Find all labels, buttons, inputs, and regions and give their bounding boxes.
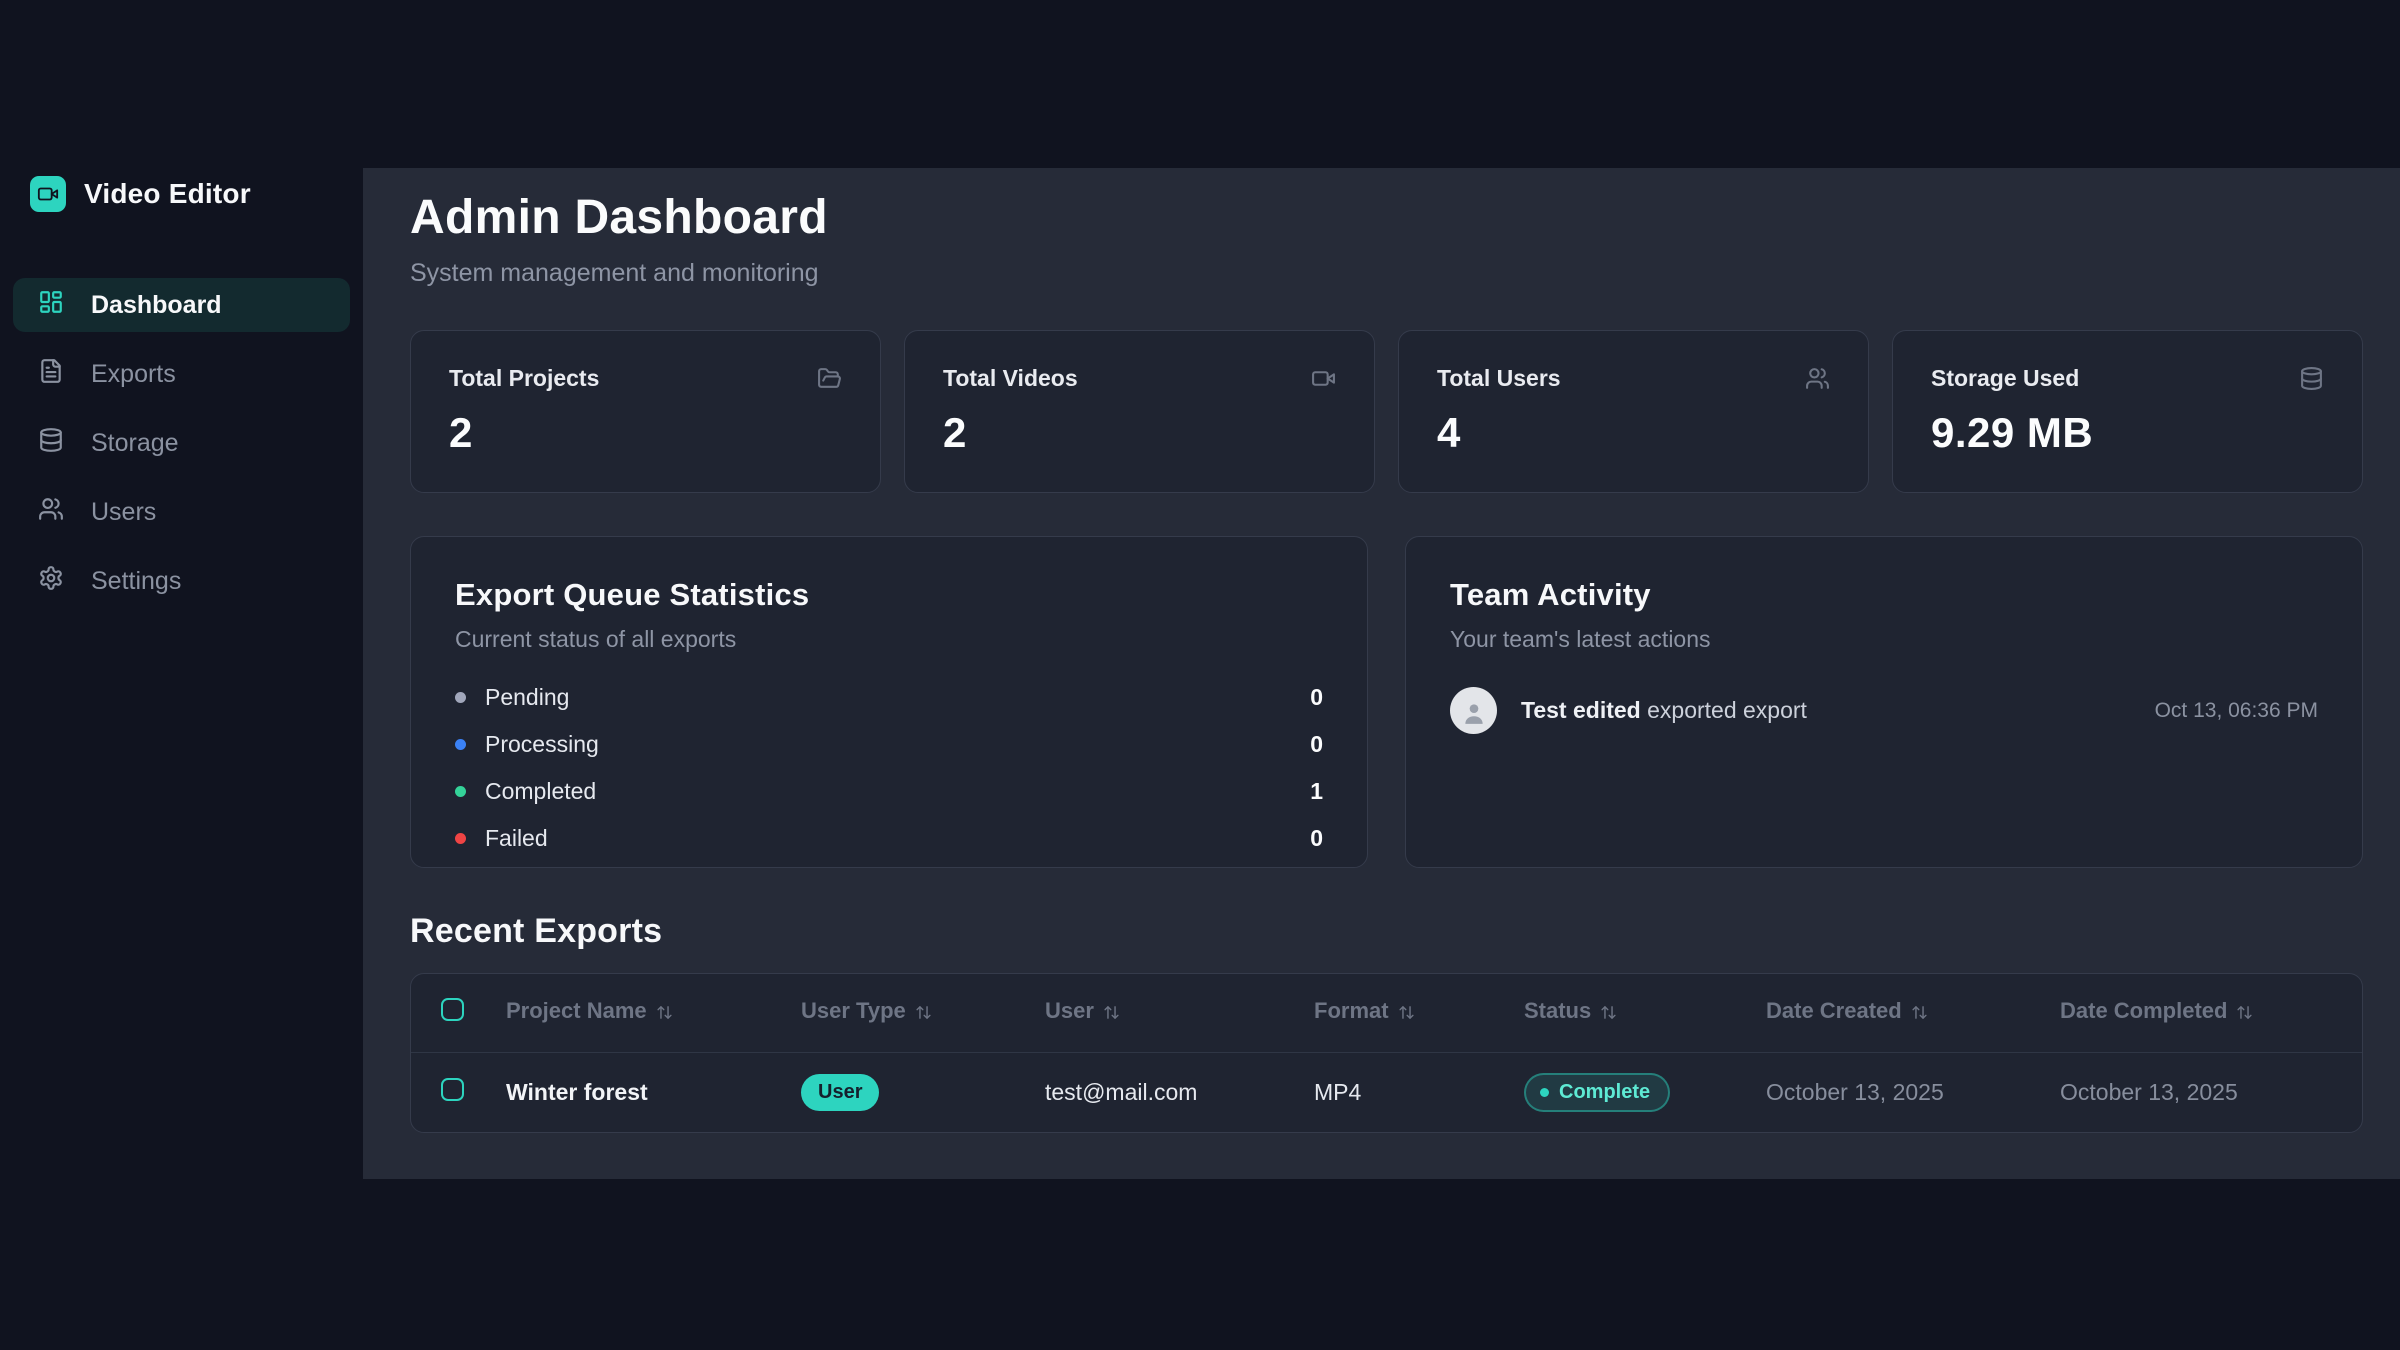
sort-arrows-icon — [2236, 1001, 2253, 1026]
video-camera-icon — [1311, 366, 1336, 391]
main-content: Admin Dashboard System management and mo… — [363, 168, 2400, 1179]
status-dot-pending — [455, 692, 466, 703]
sidebar-item-label: Settings — [91, 567, 181, 596]
cell-user-email: test@mail.com — [1045, 1052, 1314, 1132]
database-icon — [2299, 366, 2324, 391]
user-type-badge: User — [801, 1074, 879, 1111]
status-dot-processing — [455, 739, 466, 750]
stat-card-total-projects: Total Projects 2 — [410, 330, 881, 493]
export-queue-title: Export Queue Statistics — [455, 577, 1323, 613]
stat-label: Storage Used — [1931, 365, 2079, 392]
sidebar-nav: Dashboard Exports Storage Users Settings — [0, 278, 363, 608]
sort-arrows-icon — [1911, 1001, 1928, 1026]
stat-label: Total Users — [1437, 365, 1561, 392]
page-subtitle: System management and monitoring — [410, 259, 2363, 288]
column-header-user[interactable]: User — [1045, 974, 1314, 1052]
select-all-checkbox[interactable] — [441, 998, 464, 1021]
activity-actor-action: Test edited — [1521, 697, 1641, 723]
status-dot-failed — [455, 833, 466, 844]
sidebar-item-exports[interactable]: Exports — [13, 347, 350, 401]
sidebar: Video Editor Dashboard Exports Storage U… — [0, 0, 363, 1350]
queue-label: Pending — [485, 684, 569, 711]
app-logo: Video Editor — [30, 176, 363, 212]
team-activity-card: Team Activity Your team's latest actions… — [1405, 536, 2363, 868]
column-header-date-created[interactable]: Date Created — [1766, 974, 2060, 1052]
stat-value: 2 — [943, 409, 1336, 457]
column-header-project-name[interactable]: Project Name — [506, 974, 801, 1052]
status-badge: Complete — [1524, 1073, 1670, 1112]
person-icon — [1461, 700, 1487, 726]
export-queue-card: Export Queue Statistics Current status o… — [410, 536, 1368, 868]
column-header-status[interactable]: Status — [1524, 974, 1766, 1052]
stat-card-storage-used: Storage Used 9.29 MB — [1892, 330, 2363, 493]
queue-value: 0 — [1310, 684, 1323, 711]
column-header-user-type[interactable]: User Type — [801, 974, 1045, 1052]
sort-arrows-icon — [656, 1001, 673, 1026]
page-title: Admin Dashboard — [410, 190, 2363, 245]
sort-arrows-icon — [1398, 1001, 1415, 1026]
app-title: Video Editor — [84, 178, 251, 210]
activity-timestamp: Oct 13, 06:36 PM — [2155, 699, 2318, 723]
activity-object: exported export — [1647, 697, 1807, 723]
cell-format: MP4 — [1314, 1052, 1524, 1132]
folder-open-icon — [817, 366, 842, 391]
activity-item: Test edited exported export Oct 13, 06:3… — [1450, 687, 2318, 734]
database-icon — [38, 427, 64, 460]
sidebar-item-label: Users — [91, 498, 156, 527]
stat-label: Total Projects — [449, 365, 599, 392]
stat-value: 2 — [449, 409, 842, 457]
queue-row-completed: Completed 1 — [455, 778, 1323, 805]
row-checkbox[interactable] — [441, 1078, 464, 1101]
sort-arrows-icon — [915, 1001, 932, 1026]
avatar — [1450, 687, 1497, 734]
users-icon — [1805, 366, 1830, 391]
sidebar-item-settings[interactable]: Settings — [13, 554, 350, 608]
queue-value: 1 — [1310, 778, 1323, 805]
layout-dashboard-icon — [38, 289, 64, 322]
queue-row-pending: Pending 0 — [455, 684, 1323, 711]
status-dot-icon — [1540, 1088, 1549, 1097]
queue-label: Processing — [485, 731, 599, 758]
queue-row-processing: Processing 0 — [455, 731, 1323, 758]
sort-arrows-icon — [1103, 1001, 1120, 1026]
stat-value: 4 — [1437, 409, 1830, 457]
stat-label: Total Videos — [943, 365, 1078, 392]
team-activity-title: Team Activity — [1450, 577, 2318, 613]
video-camera-logo-icon — [30, 176, 66, 212]
recent-exports-title: Recent Exports — [410, 912, 2363, 951]
column-header-format[interactable]: Format — [1314, 974, 1524, 1052]
settings-gear-icon — [38, 565, 64, 598]
queue-row-failed: Failed 0 — [455, 825, 1323, 852]
sidebar-item-users[interactable]: Users — [13, 485, 350, 539]
sidebar-item-label: Dashboard — [91, 291, 222, 320]
export-table-row[interactable]: Winter forest User test@mail.com MP4 Com… — [411, 1052, 2362, 1132]
stat-card-total-users: Total Users 4 — [1398, 330, 1869, 493]
cell-date-completed: October 13, 2025 — [2060, 1052, 2362, 1132]
stat-card-total-videos: Total Videos 2 — [904, 330, 1375, 493]
queue-value: 0 — [1310, 731, 1323, 758]
queue-label: Completed — [485, 778, 596, 805]
sidebar-item-dashboard[interactable]: Dashboard — [13, 278, 350, 332]
table-header-row: Project Name User Type User Format Statu… — [411, 974, 2362, 1052]
sidebar-item-label: Storage — [91, 429, 179, 458]
export-queue-subtitle: Current status of all exports — [455, 626, 1323, 653]
team-activity-subtitle: Your team's latest actions — [1450, 626, 2318, 653]
queue-value: 0 — [1310, 825, 1323, 852]
stat-cards-row: Total Projects 2 Total Videos 2 Total Us… — [410, 330, 2363, 493]
users-icon — [38, 496, 64, 529]
queue-label: Failed — [485, 825, 548, 852]
cell-project-name: Winter forest — [506, 1052, 801, 1132]
activity-text: Test edited exported export — [1521, 697, 1807, 724]
sidebar-item-storage[interactable]: Storage — [13, 416, 350, 470]
file-text-icon — [38, 358, 64, 391]
sidebar-item-label: Exports — [91, 360, 176, 389]
sort-arrows-icon — [1600, 1001, 1617, 1026]
cell-date-created: October 13, 2025 — [1766, 1052, 2060, 1132]
status-dot-completed — [455, 786, 466, 797]
stat-value: 9.29 MB — [1931, 409, 2324, 457]
recent-exports-table: Project Name User Type User Format Statu… — [410, 973, 2363, 1133]
column-header-date-completed[interactable]: Date Completed — [2060, 974, 2362, 1052]
